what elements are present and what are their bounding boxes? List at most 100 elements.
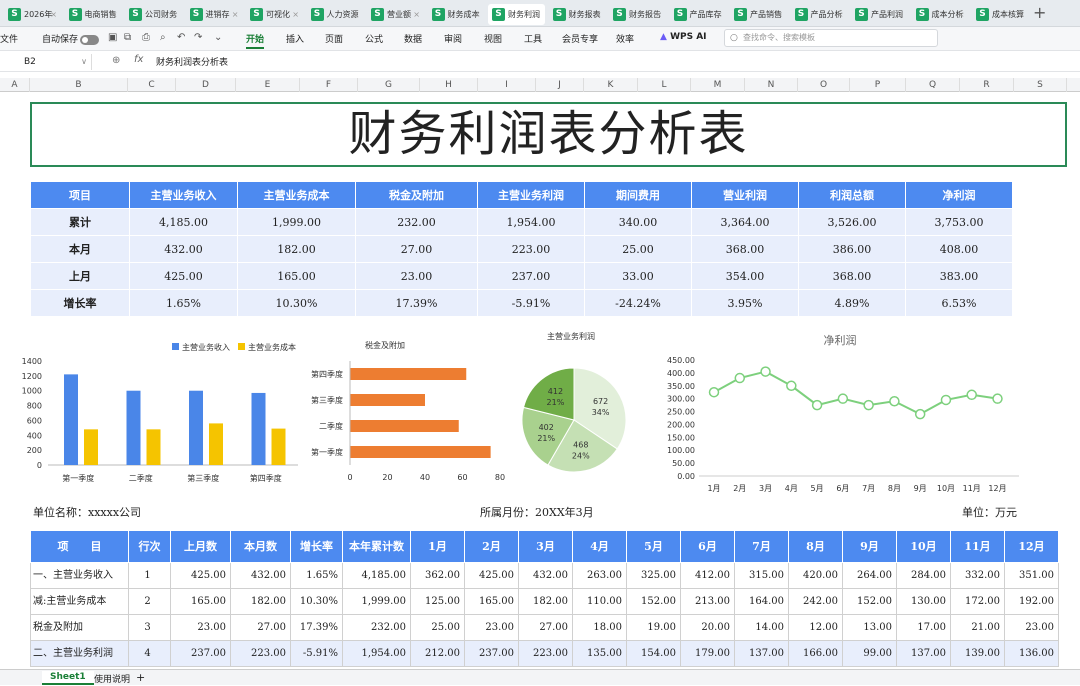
document-tab[interactable]: S 人力资源 × xyxy=(307,4,364,25)
sheet-tab-2[interactable]: 使用说明 xyxy=(86,671,138,686)
new-tab-icon[interactable]: + xyxy=(1033,3,1046,22)
detail-line-no[interactable]: 4 xyxy=(128,640,171,667)
ribbon-tab[interactable]: 插入 xyxy=(286,32,304,45)
detail-cell[interactable]: 263.00 xyxy=(572,562,627,589)
document-tab[interactable]: S 公司财务 × xyxy=(125,4,182,25)
chevron-down-icon[interactable]: ∨ xyxy=(81,54,87,70)
detail-cell[interactable]: 23.00 xyxy=(170,614,231,641)
detail-cell[interactable]: 17.39% xyxy=(290,614,343,641)
ribbon-tab[interactable]: 数据 xyxy=(404,32,422,45)
detail-cell[interactable]: 432.00 xyxy=(230,562,291,589)
income-cost-bar-chart[interactable]: 0 200 400 600 800 1000 1200 1400 第一季度 二季度 第三季度 第四季度… xyxy=(20,335,310,495)
detail-cell[interactable]: 165.00 xyxy=(170,588,231,615)
detail-cell[interactable]: 27.00 xyxy=(230,614,291,641)
ribbon-tab[interactable]: 视图 xyxy=(484,32,502,45)
close-tab-icon[interactable]: × xyxy=(111,4,118,25)
detail-cell[interactable]: 14.00 xyxy=(734,614,789,641)
column-header[interactable]: R xyxy=(960,78,1014,92)
preview-icon[interactable]: ⌕ xyxy=(160,32,166,43)
detail-cell[interactable]: 20.00 xyxy=(680,614,735,641)
detail-cell[interactable]: 136.00 xyxy=(1004,640,1059,667)
ribbon-tab[interactable]: 会员专享 xyxy=(562,32,598,45)
report-title[interactable]: 财务利润表分析表 xyxy=(30,102,1067,167)
close-tab-icon[interactable]: × xyxy=(413,4,420,25)
close-tab-icon[interactable]: × xyxy=(716,4,723,25)
detail-cell[interactable]: 362.00 xyxy=(410,562,465,589)
column-header[interactable]: B xyxy=(30,78,128,92)
undo-icon[interactable]: ↶ xyxy=(177,32,185,43)
detail-cell[interactable]: 425.00 xyxy=(464,562,519,589)
detail-cell[interactable]: 425.00 xyxy=(170,562,231,589)
ribbon-tab[interactable]: 页面 xyxy=(325,32,343,45)
tax-hbar-chart[interactable]: 税金及附加第四季度第三季度二季度第一季度 0 20 40 60 80 xyxy=(300,335,505,495)
detail-cell[interactable]: 223.00 xyxy=(518,640,573,667)
detail-cell[interactable]: 130.00 xyxy=(896,588,951,615)
ribbon-tab[interactable]: 开始 xyxy=(246,32,265,49)
detail-cell[interactable]: 137.00 xyxy=(896,640,951,667)
detail-cell[interactable]: 1,954.00 xyxy=(342,640,411,667)
detail-cell[interactable]: 164.00 xyxy=(734,588,789,615)
column-header[interactable]: G xyxy=(358,78,420,92)
command-search-input[interactable]: ○ 查找命令、搜索模板 xyxy=(724,29,938,47)
detail-cell[interactable]: 13.00 xyxy=(842,614,897,641)
formula-content[interactable]: 财务利润表分析表 xyxy=(156,55,228,68)
detail-cell[interactable]: 237.00 xyxy=(464,640,519,667)
detail-cell[interactable]: 125.00 xyxy=(410,588,465,615)
detail-cell[interactable]: 332.00 xyxy=(950,562,1005,589)
file-menu[interactable]: 文件 xyxy=(0,32,18,45)
name-box[interactable]: B2 ∨ xyxy=(0,54,92,70)
export-icon[interactable]: ⧉ xyxy=(124,32,131,43)
detail-cell[interactable]: 165.00 xyxy=(464,588,519,615)
close-tab-icon[interactable]: × xyxy=(292,4,299,25)
print-icon[interactable]: ⎙ xyxy=(142,32,150,43)
detail-cell[interactable]: 325.00 xyxy=(626,562,681,589)
close-tab-icon[interactable]: × xyxy=(776,4,783,25)
ribbon-tab[interactable]: 效率 xyxy=(616,32,634,45)
close-tab-icon[interactable]: × xyxy=(232,4,239,25)
document-tab[interactable]: S 成本核算 × xyxy=(972,4,1029,25)
detail-cell[interactable]: 351.00 xyxy=(1004,562,1059,589)
column-header[interactable]: D xyxy=(176,78,236,92)
document-tab[interactable]: S 电商销售 × xyxy=(65,4,122,25)
save-icon[interactable]: ▣ xyxy=(108,32,117,43)
close-tab-icon[interactable]: × xyxy=(353,4,360,25)
column-header[interactable]: H xyxy=(420,78,478,92)
detail-cell[interactable]: 23.00 xyxy=(464,614,519,641)
column-header[interactable]: K xyxy=(584,78,638,92)
document-tab[interactable]: S 产品销售 × xyxy=(730,4,787,25)
wps-ai-button[interactable]: ▲ WPS AI xyxy=(660,32,707,42)
detail-cell[interactable]: -5.91% xyxy=(290,640,343,667)
autosave-toggle[interactable] xyxy=(80,35,99,45)
document-tab[interactable]: S 产品利润 × xyxy=(851,4,908,25)
detail-cell[interactable]: 212.00 xyxy=(410,640,465,667)
document-tab[interactable]: S 产品分析 × xyxy=(791,4,848,25)
document-tab[interactable]: S 可视化 × xyxy=(246,4,303,25)
redo-icon[interactable]: ↷ xyxy=(194,32,202,43)
detail-cell[interactable]: 242.00 xyxy=(788,588,843,615)
document-tab[interactable]: S 财务成本 × xyxy=(428,4,485,25)
document-tab[interactable]: S 营业额 × xyxy=(367,4,424,25)
detail-cell[interactable]: 232.00 xyxy=(342,614,411,641)
column-header[interactable]: C xyxy=(128,78,176,92)
detail-cell[interactable]: 182.00 xyxy=(518,588,573,615)
close-tab-icon[interactable]: × xyxy=(837,4,844,25)
document-tab[interactable]: S 进销存 × xyxy=(186,4,243,25)
add-sheet-icon[interactable]: + xyxy=(132,671,149,684)
detail-cell[interactable]: 182.00 xyxy=(230,588,291,615)
column-header[interactable]: L xyxy=(638,78,691,92)
detail-cell[interactable]: 12.00 xyxy=(788,614,843,641)
document-tab[interactable]: S 产品库存 × xyxy=(670,4,727,25)
close-tab-icon[interactable]: × xyxy=(474,4,481,25)
close-tab-icon[interactable]: × xyxy=(897,4,904,25)
detail-cell[interactable]: 213.00 xyxy=(680,588,735,615)
detail-cell[interactable]: 23.00 xyxy=(1004,614,1059,641)
zoom-icon[interactable]: ⊕ xyxy=(112,55,120,66)
close-tab-icon[interactable]: × xyxy=(958,4,965,25)
detail-cell[interactable]: 25.00 xyxy=(410,614,465,641)
detail-line-no[interactable]: 1 xyxy=(128,562,171,589)
document-tab[interactable]: S 财务利润 × xyxy=(488,4,545,25)
close-tab-icon[interactable]: × xyxy=(534,4,541,25)
detail-cell[interactable]: 1,999.00 xyxy=(342,588,411,615)
detail-cell[interactable]: 135.00 xyxy=(572,640,627,667)
column-header[interactable]: S xyxy=(1014,78,1067,92)
